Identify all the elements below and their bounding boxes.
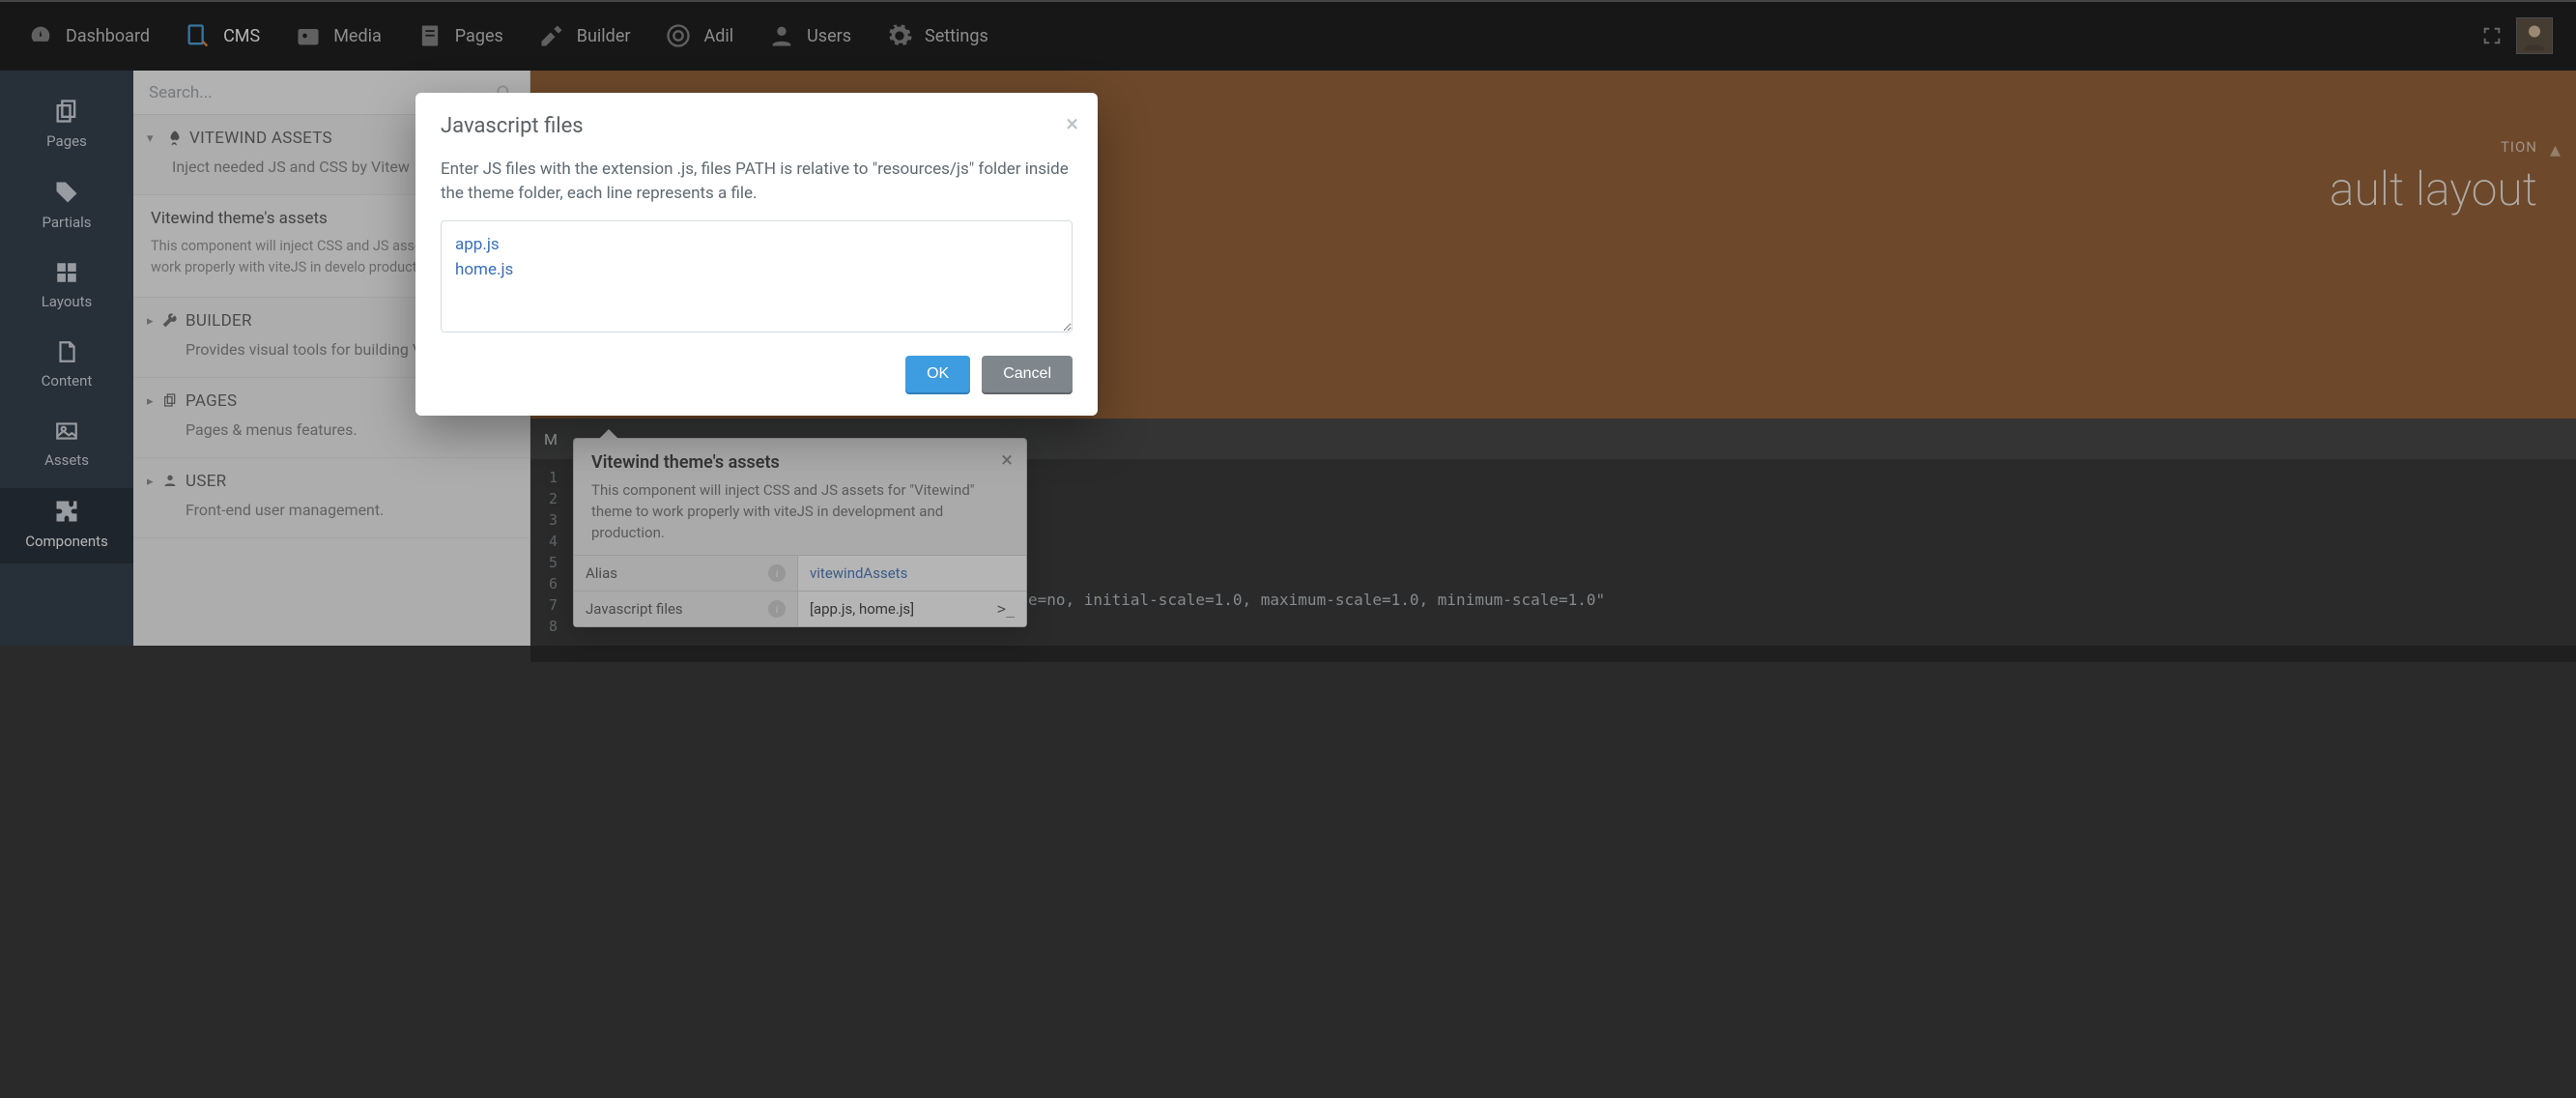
modal-title: Javascript files — [441, 114, 1073, 138]
ok-button[interactable]: OK — [905, 356, 970, 392]
close-icon[interactable]: × — [1066, 110, 1078, 137]
jsfiles-textarea[interactable] — [441, 220, 1073, 332]
modal-backdrop[interactable] — [0, 0, 2576, 646]
modal-description: Enter JS files with the extension .js, f… — [415, 158, 1098, 205]
cancel-button[interactable]: Cancel — [982, 356, 1073, 392]
modal-javascript-files: × Javascript files Enter JS files with t… — [415, 93, 1098, 416]
